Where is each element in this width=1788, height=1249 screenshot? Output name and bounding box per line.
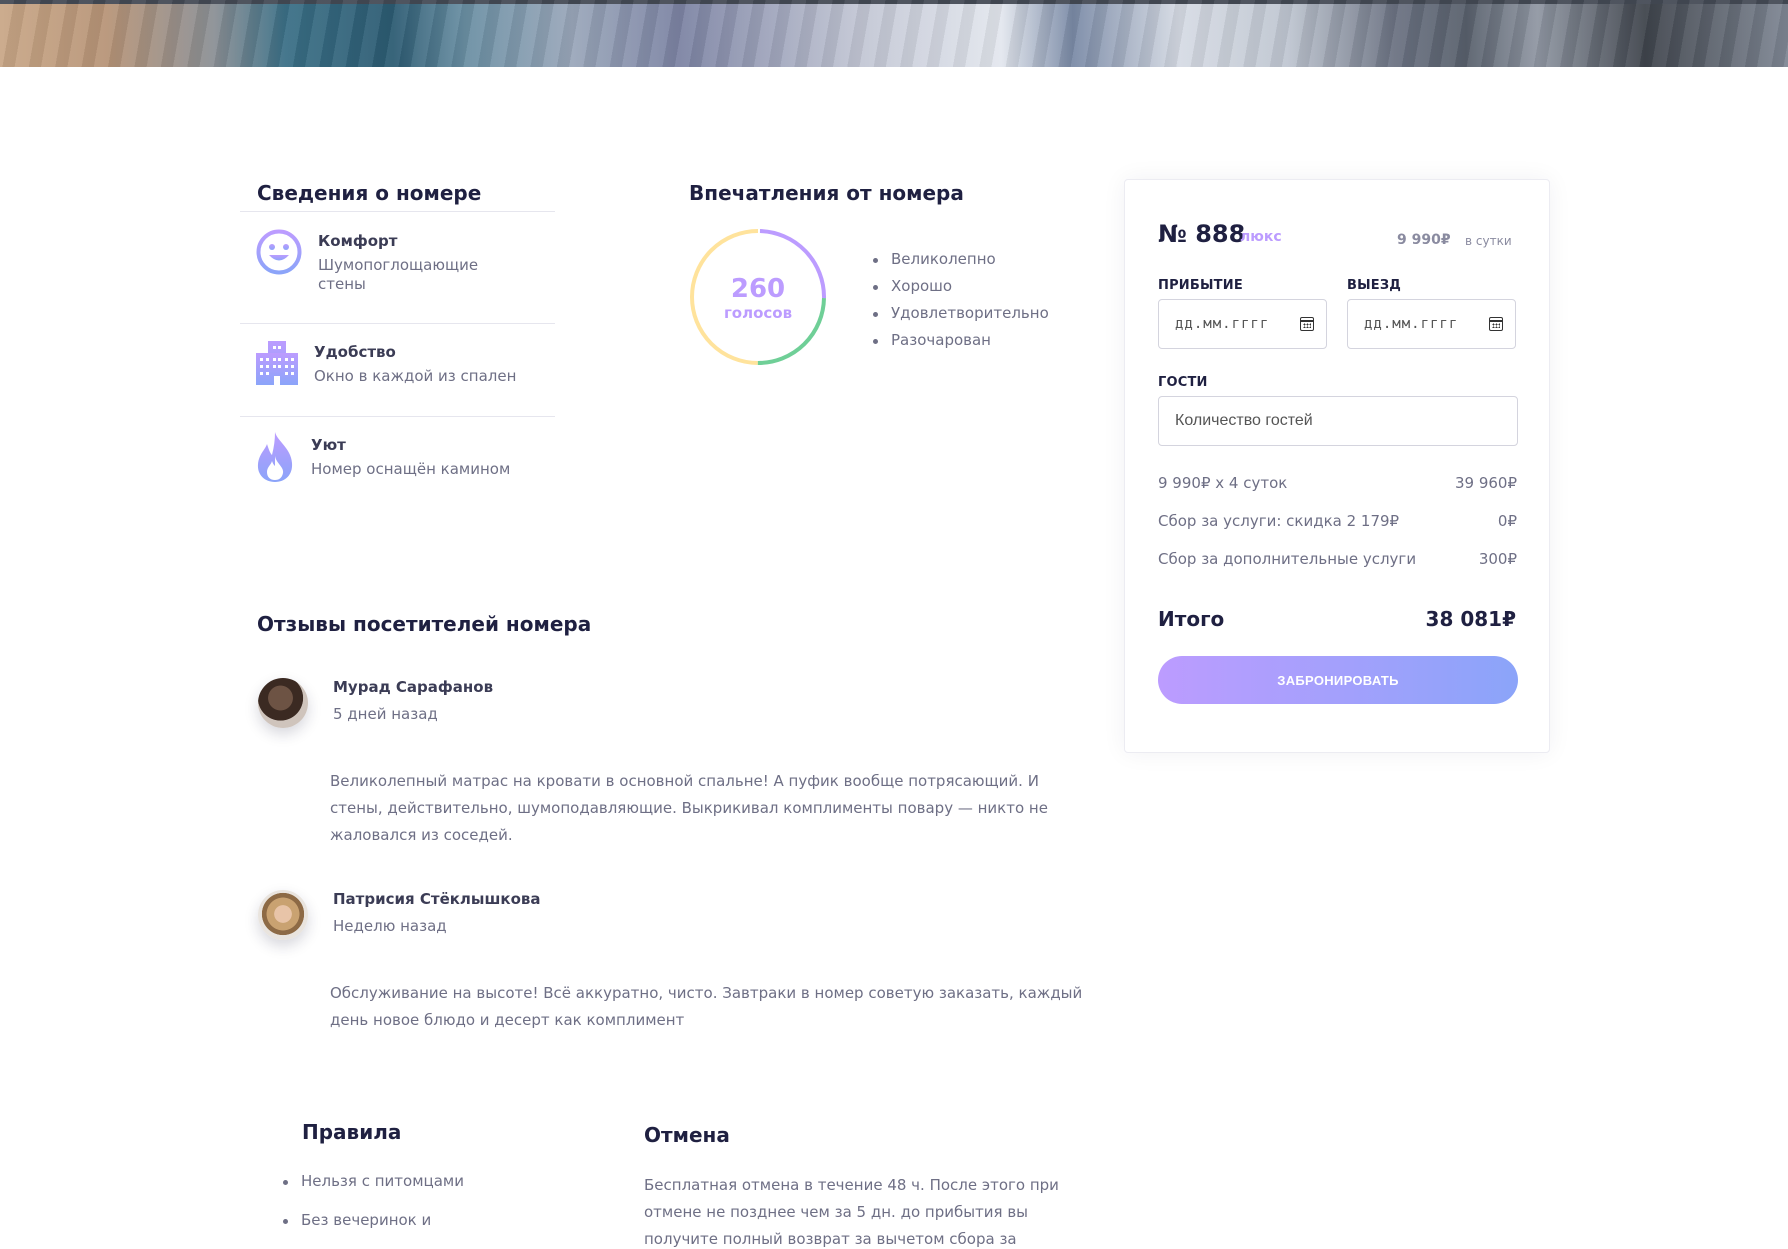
avatar xyxy=(258,678,308,728)
cancellation-text: Бесплатная отмена в течение 48 ч. После … xyxy=(644,1176,1059,1248)
legend-item: Разочарован xyxy=(873,327,1049,354)
guests-label: ГОСТИ xyxy=(1158,375,1208,390)
price-row-nights: 9 990₽ х 4 суток 39 960₽ xyxy=(1158,474,1517,492)
calendar-icon[interactable] xyxy=(1489,317,1503,331)
votes-count: 260 xyxy=(730,274,786,304)
building-icon xyxy=(256,341,298,385)
room-photo-banner xyxy=(0,0,1788,67)
divider xyxy=(240,211,555,212)
rules-title: Правила xyxy=(302,1120,402,1144)
room-price-unit: в сутки xyxy=(1465,234,1512,248)
room-details-title: Сведения о номере xyxy=(257,181,482,205)
room-price: 9 990₽ xyxy=(1397,232,1451,248)
impressions-title: Впечатления от номера xyxy=(689,181,964,205)
legend-item: Удовлетворительно xyxy=(873,300,1049,327)
total-label: Итого xyxy=(1158,607,1225,631)
votes-label: голосов xyxy=(723,304,793,322)
impressions-legend: Великолепно Хорошо Удовлетворительно Раз… xyxy=(873,246,1049,354)
smile-icon xyxy=(256,229,302,275)
price-row-value: 39 960₽ xyxy=(1454,474,1517,492)
feature-title: Удобство xyxy=(314,343,396,361)
price-row-value: 300₽ xyxy=(1478,550,1517,568)
room-type: люкс xyxy=(1240,229,1282,245)
guests-input[interactable]: Количество гостей xyxy=(1158,396,1518,446)
feature-description: Шумопоглощающие стены xyxy=(318,256,479,293)
review-date: 5 дней назад xyxy=(333,705,438,723)
reviewer-name: Патрисия Стёклышкова xyxy=(333,890,541,908)
cancellation-title: Отмена xyxy=(644,1123,730,1147)
departure-date-input[interactable]: дд.мм.гггг xyxy=(1347,299,1516,349)
price-row-label: 9 990₽ х 4 суток xyxy=(1158,474,1288,492)
departure-date-placeholder: дд.мм.гггг xyxy=(1364,316,1459,332)
feature-title: Уют xyxy=(311,436,346,454)
book-button[interactable]: ЗАБРОНИРОВАТЬ xyxy=(1158,656,1518,704)
fire-icon xyxy=(256,432,294,482)
price-row-label: Сбор за дополнительные услуги xyxy=(1158,550,1417,568)
divider xyxy=(240,416,555,417)
feature-description: Окно в каждой из спален xyxy=(314,367,517,385)
arrival-date-placeholder: дд.мм.гггг xyxy=(1175,316,1270,332)
room-number: № 888 xyxy=(1158,220,1246,248)
price-row-value: 0₽ xyxy=(1497,512,1517,530)
rules-item: Без вечеринок и xyxy=(283,1211,464,1249)
total-value: 38 081₽ xyxy=(1425,607,1516,631)
price-row-label: Сбор за услуги: скидка 2 179₽ xyxy=(1158,512,1400,530)
review-text: Великолепный матрас на кровати в основно… xyxy=(330,772,1048,844)
guests-placeholder: Количество гостей xyxy=(1175,412,1313,429)
avatar xyxy=(258,890,308,940)
reviews-title: Отзывы посетителей номера xyxy=(257,612,592,636)
arrival-label: ПРИБЫТИЕ xyxy=(1158,278,1243,293)
reviewer-name: Мурад Сарафанов xyxy=(333,678,494,696)
feature-title: Комфорт xyxy=(318,232,398,250)
departure-label: ВЫЕЗД xyxy=(1347,278,1402,293)
legend-item: Хорошо xyxy=(873,273,1049,300)
booking-card: № 888 люкс 9 990₽ в сутки ПРИБЫТИЕ ВЫЕЗД… xyxy=(1124,179,1550,753)
arrival-date-input[interactable]: дд.мм.гггг xyxy=(1158,299,1327,349)
divider xyxy=(240,323,555,324)
calendar-icon[interactable] xyxy=(1300,317,1314,331)
review-text: Обслуживание на высоте! Всё аккуратно, ч… xyxy=(330,984,1083,1029)
price-row-service-fee: Сбор за услуги: скидка 2 179₽ 0₽ xyxy=(1158,512,1517,530)
price-row-extra-services: Сбор за дополнительные услуги 300₽ xyxy=(1158,550,1517,568)
feature-description: Номер оснащён камином xyxy=(311,460,511,478)
legend-item: Великолепно xyxy=(873,246,1049,273)
banner-texture xyxy=(0,0,1788,67)
rules-item: Нельзя с питомцами xyxy=(283,1172,464,1211)
review-date: Неделю назад xyxy=(333,917,447,935)
rules-list: Нельзя с питомцами Без вечеринок и xyxy=(283,1172,464,1249)
